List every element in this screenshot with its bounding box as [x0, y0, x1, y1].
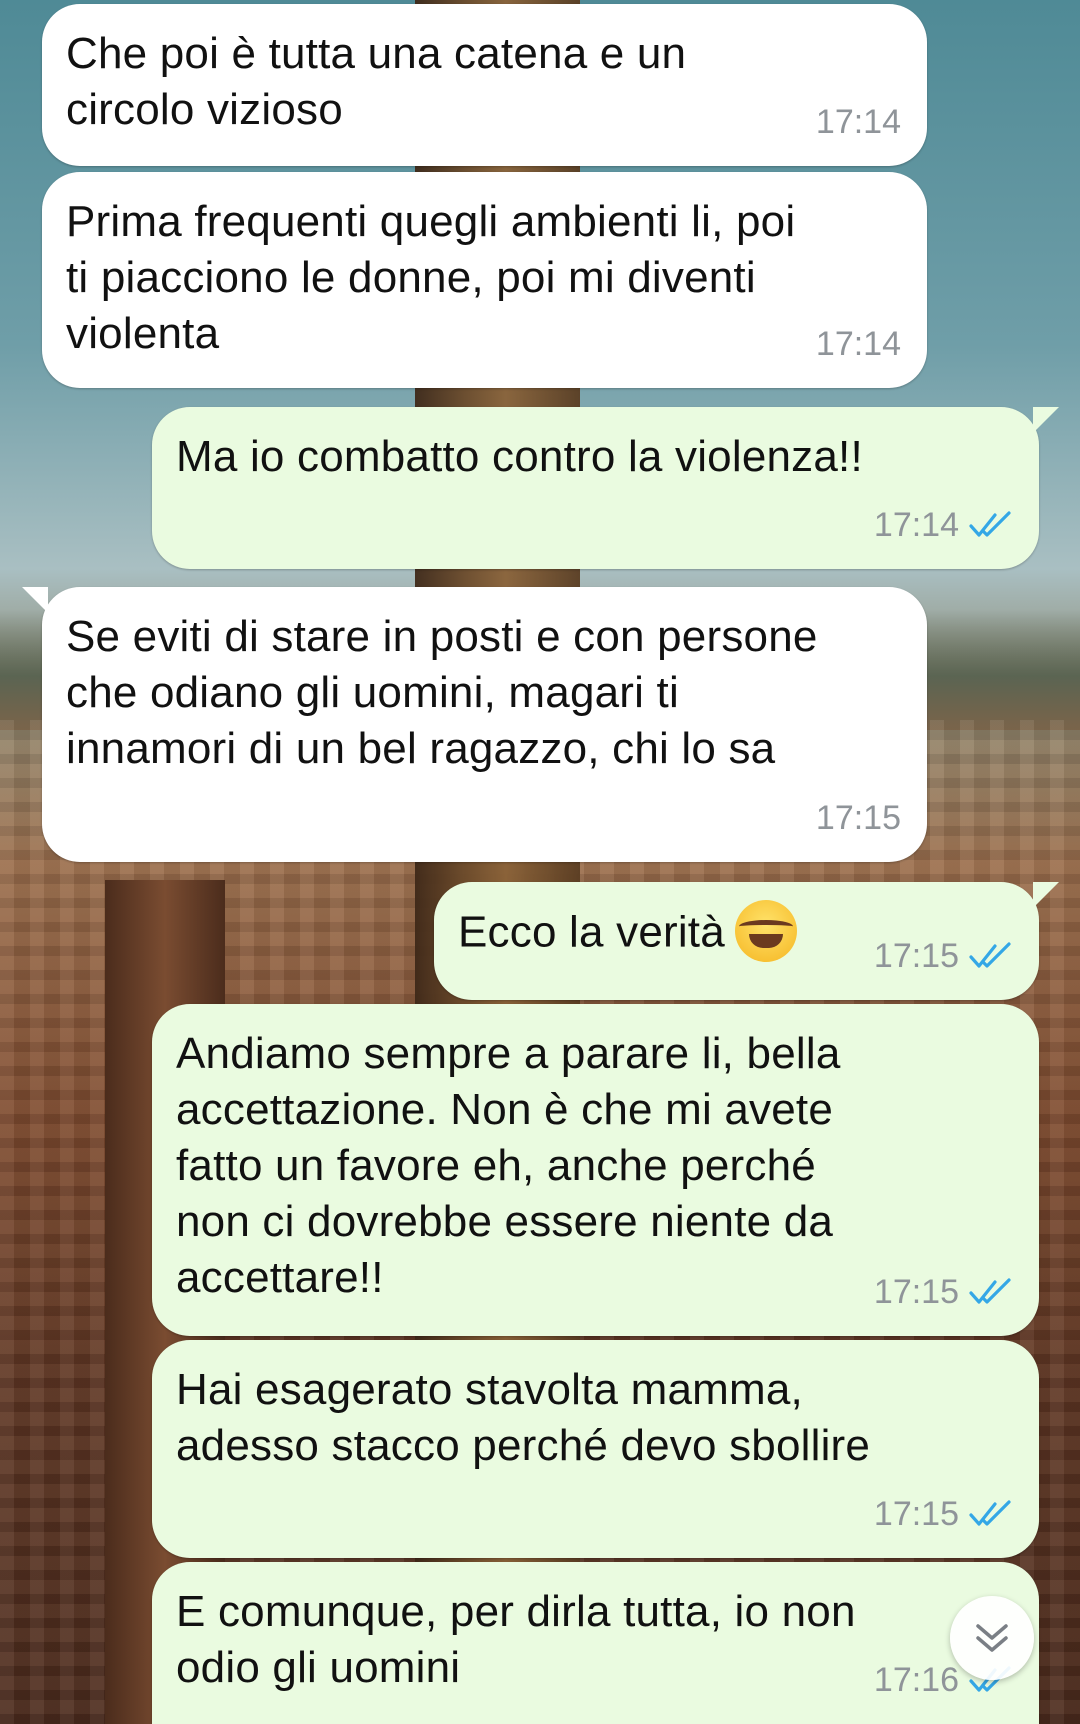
message-time: 17:14	[873, 506, 959, 544]
message-time: 17:14	[815, 103, 901, 141]
message-text: Che poi è tutta una catena e un circolo …	[66, 29, 687, 134]
message-bubble-outgoing[interactable]: Ma io combatto contro la violenza!! 17:1…	[152, 407, 1059, 569]
double-check-icon	[969, 1500, 1011, 1526]
message-bubble-incoming[interactable]: Se eviti di stare in posti e con persone…	[22, 587, 927, 862]
message-text: Ma io combatto contro la violenza!!	[176, 432, 863, 481]
bubble-tail	[1033, 407, 1059, 433]
message-time: 17:15	[873, 1495, 959, 1533]
message-time: 17:15	[873, 1273, 959, 1311]
bubble-tail	[22, 587, 48, 613]
message-text: Se eviti di stare in posti e con persone…	[66, 612, 818, 773]
message-text: Hai esagerato stavolta mamma, adesso sta…	[176, 1365, 871, 1470]
face-with-tears-of-joy-icon	[734, 900, 797, 962]
message-bubble-outgoing[interactable]: Ecco la verità 17:15	[434, 882, 1059, 1000]
message-time: 17:15	[873, 937, 959, 975]
message-bubble-incoming[interactable]: Prima frequenti quegli ambienti li, poi …	[42, 172, 927, 388]
message-time: 17:16	[873, 1661, 959, 1699]
double-check-icon	[969, 511, 1011, 537]
message-bubble-outgoing[interactable]: Hai esagerato stavolta mamma, adesso sta…	[152, 1340, 1039, 1558]
message-bubble-incoming[interactable]: Che poi è tutta una catena e un circolo …	[42, 4, 927, 166]
message-text: Prima frequenti quegli ambienti li, poi …	[66, 197, 796, 358]
message-bubble-outgoing[interactable]: E comunque, per dirla tutta, io non odio…	[152, 1562, 1039, 1724]
scroll-to-bottom-button[interactable]	[950, 1596, 1034, 1680]
message-time: 17:15	[815, 799, 901, 837]
double-check-icon	[969, 1278, 1011, 1304]
double-check-icon	[969, 942, 1011, 968]
chevron-double-down-icon	[976, 1624, 1008, 1652]
message-time: 17:14	[815, 325, 901, 363]
bubble-tail	[1033, 882, 1059, 908]
message-bubble-outgoing[interactable]: Andiamo sempre a parare li, bella accett…	[152, 1004, 1039, 1336]
